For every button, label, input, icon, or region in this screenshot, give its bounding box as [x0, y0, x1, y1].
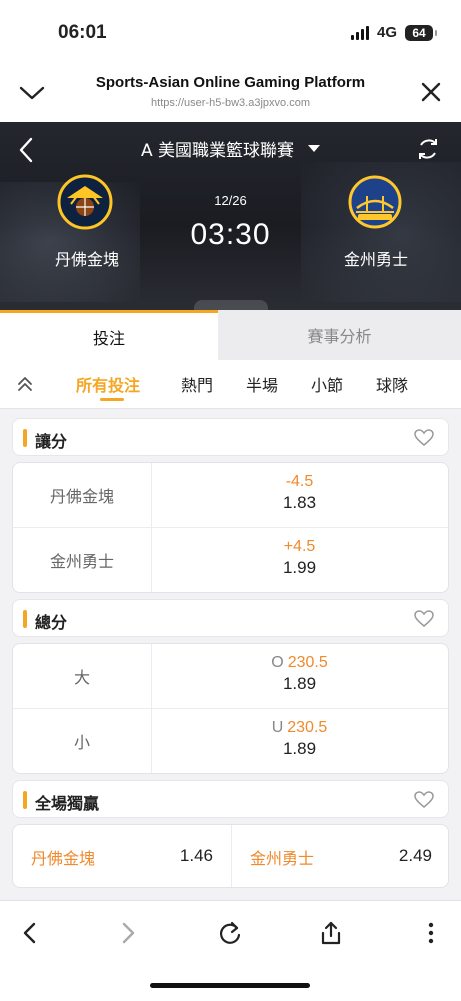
filter-quarter[interactable]: 小節 — [311, 372, 343, 396]
section-title: 全場獨贏 — [35, 794, 100, 813]
page-url: https://user-h5-bw3.a3jpxvo.com — [151, 97, 310, 109]
battery-indicator: 64 — [405, 24, 437, 41]
moneyline-away[interactable]: 金州勇士 2.49 — [232, 825, 448, 887]
filter-bar: 所有投注 熱門 半場 小節 球隊 — [0, 360, 461, 409]
status-indicators: 4G 64 — [350, 24, 437, 41]
close-icon[interactable] — [419, 80, 443, 104]
chevron-down-icon[interactable] — [18, 80, 46, 104]
match-date: 12/26 — [214, 193, 247, 208]
heart-icon[interactable] — [414, 610, 434, 628]
total-line: 230.5 — [287, 719, 328, 736]
spread-card: 丹佛金塊 -4.5 1.83 金州勇士 +4.5 1.99 — [12, 462, 449, 593]
moneyline-home[interactable]: 丹佛金塊 1.46 — [13, 825, 231, 887]
league-name: A 美國職業籃球聯賽 — [140, 141, 295, 161]
filter-all-bets[interactable]: 所有投注 — [76, 372, 140, 396]
tab-betting[interactable]: 投注 — [0, 310, 218, 360]
row-label: 丹佛金塊 — [13, 463, 152, 527]
share-icon[interactable] — [317, 919, 345, 947]
signal-icon — [350, 25, 369, 40]
section-moneyline-header[interactable]: 全場獨贏 — [12, 780, 449, 818]
section-spread-header[interactable]: 讓分 — [12, 418, 449, 456]
over-prefix: O — [271, 654, 284, 671]
team-name: 金州勇士 — [250, 849, 315, 868]
network-type: 4G — [376, 24, 397, 41]
odds-value: 2.49 — [398, 846, 432, 865]
spread-row-home[interactable]: 丹佛金塊 -4.5 1.83 — [13, 463, 448, 528]
total-card: 大 O 230.5 1.89 小 U 230.5 1.89 — [12, 643, 449, 774]
filter-half[interactable]: 半場 — [246, 372, 278, 396]
total-row-over[interactable]: 大 O 230.5 1.89 — [13, 644, 448, 709]
status-bar: 06:01 4G 64 — [0, 0, 461, 62]
status-time: 06:01 — [58, 22, 107, 43]
under-prefix: U — [271, 719, 284, 736]
spread-row-away[interactable]: 金州勇士 +4.5 1.99 — [13, 528, 448, 592]
away-team-name: 金州勇士 — [343, 250, 408, 269]
league-selector[interactable]: A 美國職業籃球聯賽 — [0, 136, 461, 161]
section-title: 總分 — [35, 613, 68, 632]
home-team-name: 丹佛金塊 — [54, 250, 119, 269]
total-row-under[interactable]: 小 U 230.5 1.89 — [13, 709, 448, 773]
browser-header: Sports-Asian Online Gaming Platform http… — [0, 62, 461, 122]
odds-value: 1.89 — [282, 739, 317, 758]
tab-match-analysis[interactable]: 賽事分析 — [218, 310, 461, 360]
refresh-icon[interactable] — [415, 136, 441, 162]
odds-value: 1.99 — [282, 558, 317, 577]
home-indicator — [150, 983, 310, 988]
team-name: 丹佛金塊 — [31, 849, 96, 868]
section-total-header[interactable]: 總分 — [12, 599, 449, 637]
moneyline-card: 丹佛金塊 1.46 金州勇士 2.49 — [12, 824, 449, 888]
row-label: 金州勇士 — [13, 528, 152, 592]
reload-icon[interactable] — [216, 919, 244, 947]
forward-icon[interactable] — [114, 919, 142, 947]
back-icon[interactable] — [16, 919, 44, 947]
caret-down-icon — [308, 145, 321, 152]
odds-value: 1.46 — [179, 846, 213, 865]
filter-team[interactable]: 球隊 — [376, 372, 408, 396]
total-line: 230.5 — [287, 654, 328, 671]
odds-value: 1.83 — [282, 493, 317, 512]
active-filter-indicator — [100, 398, 124, 401]
spread-line: +4.5 — [283, 538, 316, 555]
filter-popular[interactable]: 熱門 — [181, 372, 213, 396]
more-icon[interactable] — [417, 919, 445, 947]
odds-value: 1.89 — [282, 674, 317, 693]
spread-line: -4.5 — [285, 473, 314, 490]
match-banner: A 美國職業籃球聯賽 12/26 03:30 — [0, 122, 461, 310]
collapse-all-icon[interactable] — [15, 374, 35, 394]
section-title: 讓分 — [35, 432, 68, 451]
row-label: 小 — [13, 709, 152, 773]
main-tabs: 投注 賽事分析 — [0, 310, 461, 360]
heart-icon[interactable] — [414, 429, 434, 447]
banner-handle[interactable] — [194, 300, 268, 310]
row-label: 大 — [13, 644, 152, 708]
heart-icon[interactable] — [414, 791, 434, 809]
page-title: Sports-Asian Online Gaming Platform — [95, 74, 366, 91]
